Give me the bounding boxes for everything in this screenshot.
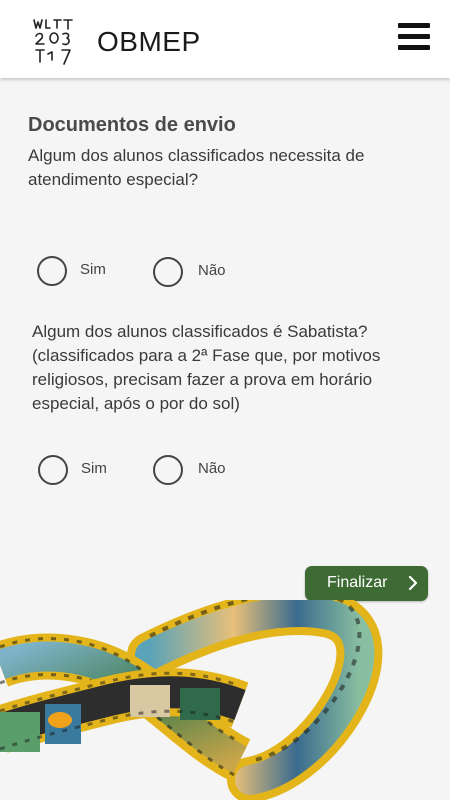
menu-bar <box>398 23 430 28</box>
question-sabbatarian: Algum dos alunos classificados é Sabatis… <box>32 322 381 413</box>
obmep-logo <box>33 19 73 65</box>
app-title: OBMEP <box>97 26 201 57</box>
radio-label: Sim <box>81 460 107 477</box>
menu-bar <box>398 34 430 39</box>
app-header: OBMEP <box>0 0 450 78</box>
hamburger-menu-icon[interactable] <box>398 23 430 51</box>
film-strip-banner <box>0 600 383 800</box>
radio-sabbatarian-yes[interactable]: Sim <box>38 455 118 487</box>
question-special-assistance: Algum dos alunos classificados necessita… <box>28 146 365 189</box>
radio-label: Não <box>198 262 226 279</box>
radio-special-assistance-yes[interactable]: Sim <box>37 256 117 288</box>
radio-circle-icon[interactable] <box>38 455 68 485</box>
finalize-button[interactable]: Finalizar <box>305 566 428 601</box>
menu-bar <box>398 45 430 50</box>
radio-label: Sim <box>80 261 106 278</box>
radio-special-assistance-no[interactable]: Não <box>153 257 233 289</box>
radio-sabbatarian-no[interactable]: Não <box>153 455 233 487</box>
section-title: Documentos de envio <box>28 114 236 136</box>
radio-circle-icon[interactable] <box>153 455 183 485</box>
chevron-right-icon <box>408 576 418 590</box>
radio-circle-icon[interactable] <box>37 256 67 286</box>
radio-circle-icon[interactable] <box>153 257 183 287</box>
finalize-label: Finalizar <box>327 574 388 591</box>
radio-label: Não <box>198 460 226 477</box>
